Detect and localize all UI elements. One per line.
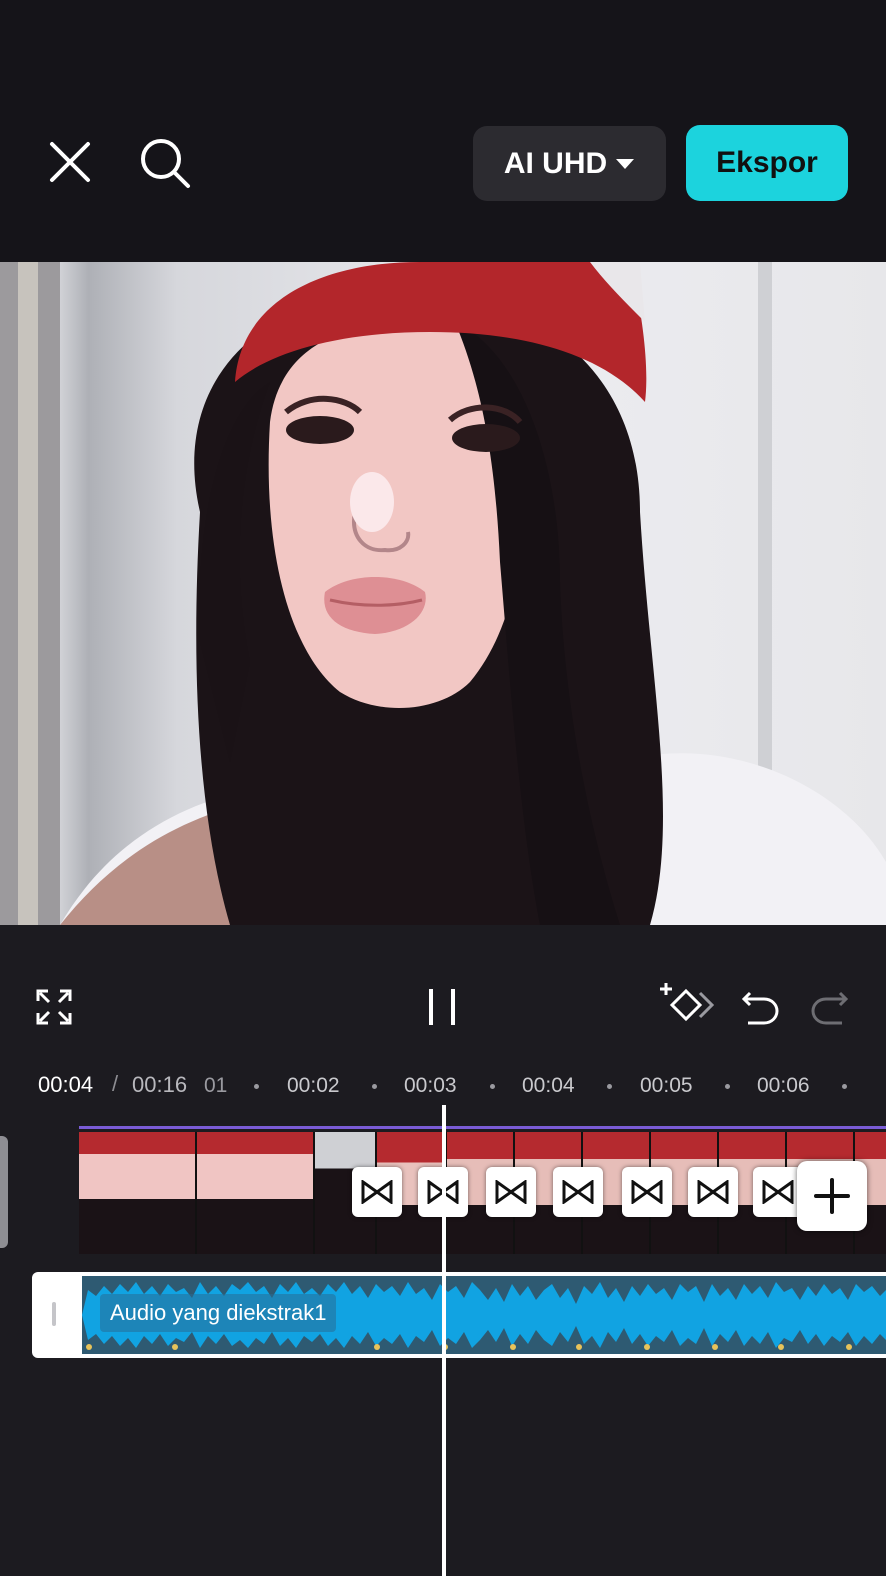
clip-thumbnail [79,1132,197,1254]
transition-button[interactable] [688,1167,738,1217]
transition-button[interactable] [622,1167,672,1217]
pause-icon [429,989,455,1025]
transition-button[interactable] [486,1167,536,1217]
add-clip-button[interactable] [797,1161,867,1231]
track-edge-handle[interactable] [0,1136,8,1248]
transition-icon [697,1180,729,1204]
undo-button[interactable] [736,983,784,1031]
redo-button[interactable] [806,983,854,1031]
total-time: 00:16 [132,1072,188,1097]
ruler-dot [254,1084,259,1089]
audio-trim-handle[interactable] [52,1302,56,1326]
ruler-label: 00:05 [640,1074,693,1097]
ruler-label: 01 [204,1074,228,1097]
beat-marker [644,1344,650,1350]
beat-marker [846,1344,852,1350]
beat-marker [576,1344,582,1350]
add-keyframe-button[interactable] [660,981,716,1031]
ruler-dot [607,1084,612,1089]
search-button[interactable] [136,134,194,192]
preview-frame-image [0,262,886,925]
beat-marker [374,1344,380,1350]
ruler-dot [842,1084,847,1089]
top-bar: AI UHD Ekspor [0,0,886,262]
beat-marker [86,1344,92,1350]
undo-icon [741,991,779,1025]
transition-icon [361,1180,393,1204]
pause-button[interactable] [418,983,466,1031]
clip-thumbnail [197,1132,315,1254]
ruler-label: 00:03 [404,1074,457,1097]
playhead[interactable] [442,1105,446,1576]
plus-icon [814,1178,850,1214]
fullscreen-icon [36,989,72,1025]
transition-icon [762,1180,794,1204]
video-track-top-line [79,1126,886,1129]
video-preview[interactable] [0,262,886,925]
ruler-label: 00:04 [522,1074,575,1097]
transition-button[interactable] [352,1167,402,1217]
ruler-dot [490,1084,495,1089]
transition-icon [562,1180,594,1204]
transition-icon [495,1180,527,1204]
beat-marker [778,1344,784,1350]
transition-icon [631,1180,663,1204]
beat-marker [172,1344,178,1350]
ruler-label: 00:06 [757,1074,810,1097]
redo-icon [811,991,849,1025]
beat-marker [510,1344,516,1350]
playback-controls [0,925,886,1060]
audio-clip-label: Audio yang diekstrak1 [100,1294,337,1332]
ruler-dot [725,1084,730,1089]
quality-label: AI UHD [503,146,608,180]
beat-marker [712,1344,718,1350]
current-time: 00:04 [38,1072,94,1097]
close-button[interactable] [44,136,96,188]
search-icon [141,139,190,188]
quality-dropdown[interactable]: AI UHD [473,126,666,201]
export-button[interactable]: Ekspor [686,125,848,201]
transition-button[interactable] [753,1167,803,1217]
export-label: Ekspor [716,146,818,179]
transition-button[interactable] [553,1167,603,1217]
close-icon [50,142,90,182]
ruler-dot [372,1084,377,1089]
ruler-label: 00:02 [287,1074,340,1097]
fullscreen-button[interactable] [30,983,78,1031]
chevron-down-icon [616,158,635,169]
time-separator: / [112,1071,119,1096]
add-keyframe-icon [660,983,715,1022]
